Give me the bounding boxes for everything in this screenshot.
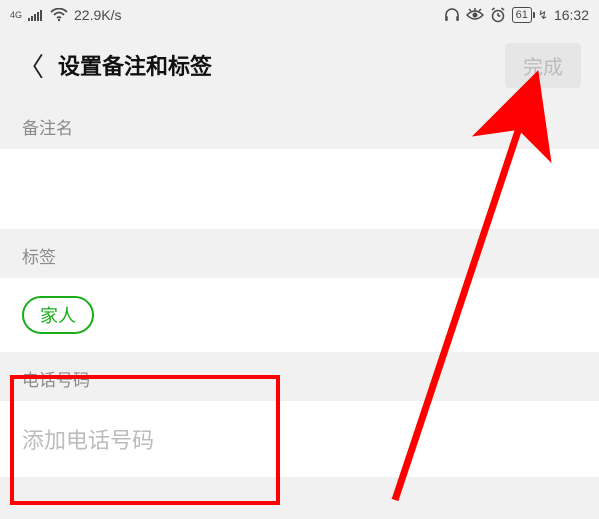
- done-button[interactable]: 完成: [505, 43, 581, 88]
- status-right: 61 ↯ 16:32: [444, 7, 589, 23]
- tag-chip-family[interactable]: 家人: [22, 296, 94, 334]
- nav-header: 〈 设置备注和标签 完成: [0, 30, 599, 100]
- phone-label: 电话号码: [0, 352, 599, 401]
- status-left: 4G 22.9K/s: [10, 7, 122, 23]
- charging-icon: ↯: [538, 8, 548, 22]
- phone-input[interactable]: 添加电话号码: [0, 401, 599, 477]
- eye-comfort-icon: [466, 8, 484, 22]
- remark-input[interactable]: [0, 149, 599, 229]
- tags-row[interactable]: 家人: [0, 278, 599, 352]
- battery-icon: 61: [512, 7, 532, 23]
- signal-icon: [28, 9, 44, 21]
- battery-level: 61: [516, 9, 528, 21]
- page-title: 设置备注和标签: [58, 49, 491, 81]
- alarm-icon: [490, 7, 506, 23]
- wifi-icon: [50, 8, 68, 22]
- tags-label: 标签: [0, 229, 599, 278]
- clock-time: 16:32: [554, 7, 589, 23]
- back-icon[interactable]: 〈: [18, 47, 44, 84]
- status-bar: 4G 22.9K/s 61 ↯ 16:32: [0, 0, 599, 30]
- network-type: 4G: [10, 11, 22, 20]
- headphone-icon: [444, 7, 460, 23]
- network-speed: 22.9K/s: [74, 7, 121, 23]
- remark-label: 备注名: [0, 100, 599, 149]
